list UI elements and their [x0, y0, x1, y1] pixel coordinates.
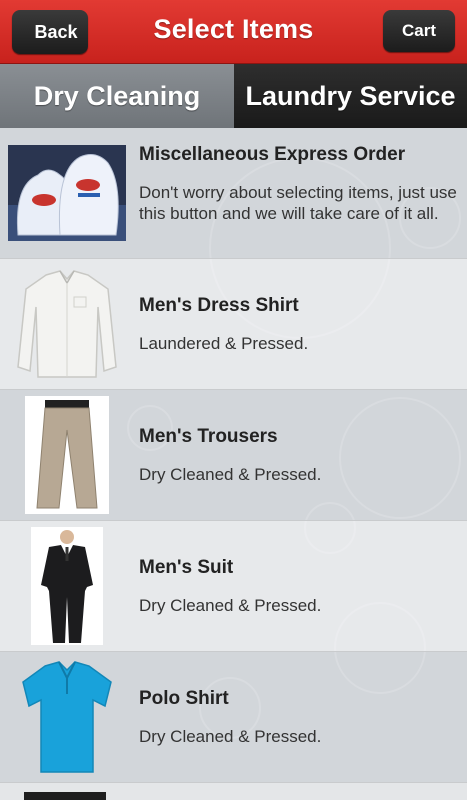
item-title: Polo Shirt — [139, 688, 229, 709]
suit-image — [8, 527, 126, 645]
trousers-image — [8, 396, 126, 514]
item-description: Dry Cleaned & Pressed. — [139, 727, 322, 746]
item-description: Don't worry about selecting items, just … — [139, 183, 457, 223]
item-list: Miscellaneous Express Order Don't worry … — [0, 128, 467, 783]
item-title: Men's Trousers — [139, 426, 278, 447]
cart-button[interactable]: Cart — [383, 10, 455, 52]
list-item-trousers[interactable]: Men's Trousers Dry Cleaned & Pressed. — [0, 390, 467, 521]
laundry-bags-image — [8, 136, 126, 250]
tab-dry-cleaning[interactable]: Dry Cleaning — [0, 64, 234, 128]
list-item-suit[interactable]: Men's Suit Dry Cleaned & Pressed. — [0, 521, 467, 652]
list-item-misc-express[interactable]: Miscellaneous Express Order Don't worry … — [0, 128, 467, 259]
polo-shirt-image — [8, 660, 126, 774]
list-item-dress-shirt[interactable]: Men's Dress Shirt Laundered & Pressed. — [0, 259, 467, 390]
item-title: Men's Suit — [139, 557, 234, 578]
item-description: Laundered & Pressed. — [139, 334, 309, 353]
item-title: Miscellaneous Express Order — [139, 144, 406, 165]
cart-button-label: Cart — [401, 21, 436, 40]
next-item-image-partial — [24, 792, 106, 800]
item-description: Dry Cleaned & Pressed. — [139, 465, 322, 484]
list-item-polo-shirt[interactable]: Polo Shirt Dry Cleaned & Pressed. — [0, 652, 467, 783]
tab-laundry-service[interactable]: Laundry Service — [234, 64, 467, 128]
service-tabs: Dry Cleaning Laundry Service — [0, 64, 467, 128]
dress-shirt-image — [8, 267, 126, 381]
item-title: Men's Dress Shirt — [139, 295, 299, 316]
navigation-bar: Back Select Items Cart — [0, 0, 467, 64]
item-description: Dry Cleaned & Pressed. — [139, 596, 322, 615]
